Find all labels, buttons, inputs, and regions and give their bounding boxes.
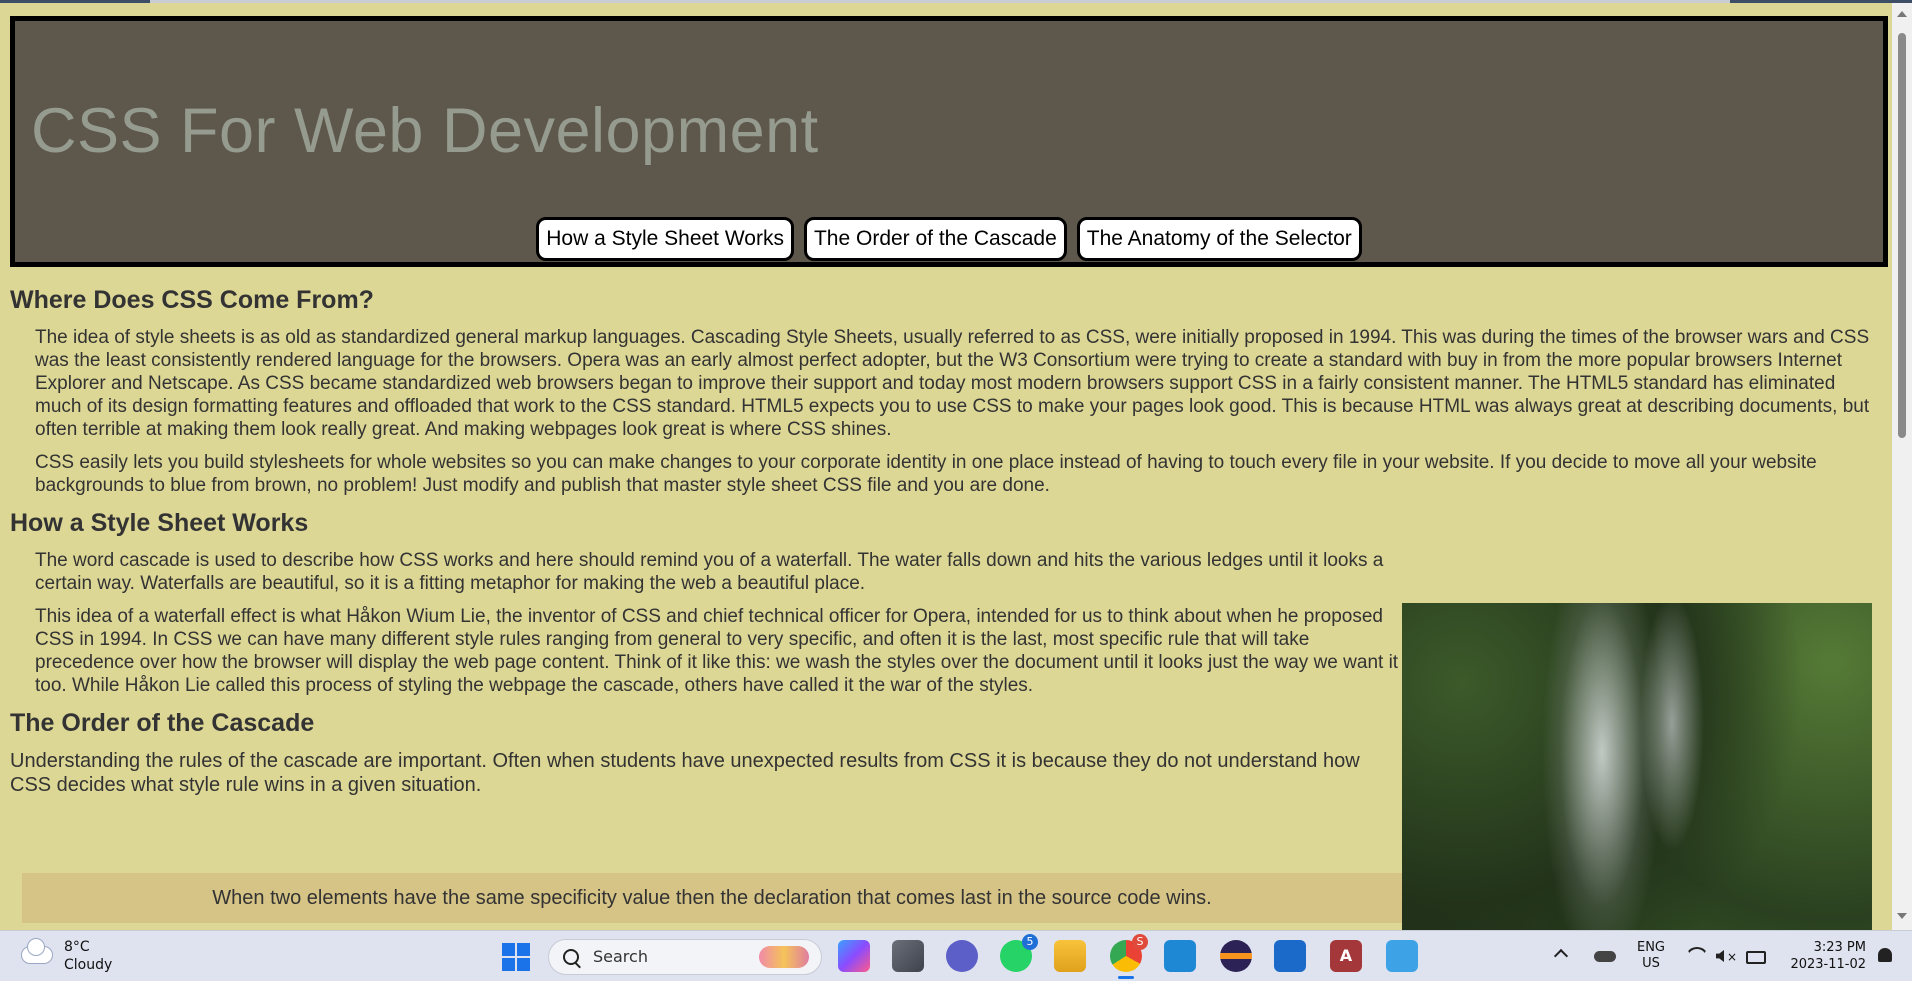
- whatsapp-badge: 5: [1022, 934, 1038, 950]
- cloud-icon: [22, 939, 52, 963]
- paragraph-order-1: Understanding the rules of the cascade a…: [10, 750, 1360, 796]
- nav-anatomy-of-selector[interactable]: The Anatomy of the Selector: [1076, 217, 1362, 261]
- language-indicator[interactable]: ENG US: [1636, 940, 1666, 972]
- system-clock[interactable]: 3:23 PM 2023-11-02: [1780, 939, 1866, 973]
- paragraph-where-1: The idea of style sheets is as old as st…: [35, 327, 1870, 440]
- virtualbox-icon[interactable]: [1274, 940, 1306, 972]
- paragraph-where-2: CSS easily lets you build stylesheets fo…: [35, 452, 1817, 496]
- main-nav: How a Style Sheet Works The Order of the…: [15, 217, 1883, 261]
- waterfall-image: [1402, 603, 1872, 930]
- scrollbar-thumb[interactable]: [1898, 33, 1906, 438]
- whatsapp-icon[interactable]: 5: [1000, 934, 1038, 972]
- copilot-icon[interactable]: [838, 940, 870, 972]
- notepad-icon[interactable]: [1386, 940, 1418, 972]
- scroll-down-icon[interactable]: [1897, 913, 1907, 919]
- chrome-badge: S: [1132, 934, 1148, 950]
- language-code: ENG: [1636, 940, 1665, 955]
- web-page: CSS For Web Development How a Style Shee…: [0, 3, 1892, 930]
- file-explorer-icon[interactable]: [1054, 940, 1086, 972]
- start-icon[interactable]: [500, 940, 532, 972]
- scroll-up-icon[interactable]: [1897, 11, 1907, 17]
- nav-how-stylesheet-works[interactable]: How a Style Sheet Works: [536, 217, 794, 261]
- eclipse-icon[interactable]: [1220, 940, 1252, 972]
- paragraph-how-1: The word cascade is used to describe how…: [35, 550, 1384, 594]
- paragraph-how-2: This idea of a waterfall effect is what …: [35, 606, 1399, 696]
- clock-date: 2023-11-02: [1790, 957, 1866, 972]
- callout-specificity: When two elements have the same specific…: [22, 873, 1402, 923]
- weather-temperature: 8°C: [64, 939, 90, 955]
- chrome-icon[interactable]: S: [1110, 934, 1148, 979]
- search-highlight-icon: [759, 946, 809, 968]
- nav-order-of-cascade[interactable]: The Order of the Cascade: [803, 217, 1067, 261]
- vscode-icon[interactable]: [1164, 940, 1196, 972]
- windows-taskbar: 8°C Cloudy Search 5 S A ENG US × 3:23 PM…: [0, 930, 1912, 981]
- page-scrollbar[interactable]: [1892, 3, 1912, 930]
- taskbar-search[interactable]: Search: [548, 939, 822, 975]
- task-view-icon[interactable]: [892, 940, 924, 972]
- access-icon[interactable]: A: [1330, 940, 1362, 972]
- site-title: CSS For Web Development: [31, 96, 819, 166]
- clock-time: 3:23 PM: [1813, 940, 1866, 955]
- active-app-indicator: [1118, 976, 1134, 979]
- site-banner: CSS For Web Development How a Style Shee…: [10, 16, 1888, 267]
- search-label: Search: [593, 947, 648, 966]
- heading-how-stylesheet-works: How a Style Sheet Works: [10, 509, 309, 537]
- search-icon: [563, 949, 579, 965]
- region-code: US: [1642, 956, 1660, 971]
- teams-icon[interactable]: [946, 940, 978, 972]
- weather-condition: Cloudy: [64, 957, 113, 973]
- heading-where-css-comes-from: Where Does CSS Come From?: [10, 286, 374, 314]
